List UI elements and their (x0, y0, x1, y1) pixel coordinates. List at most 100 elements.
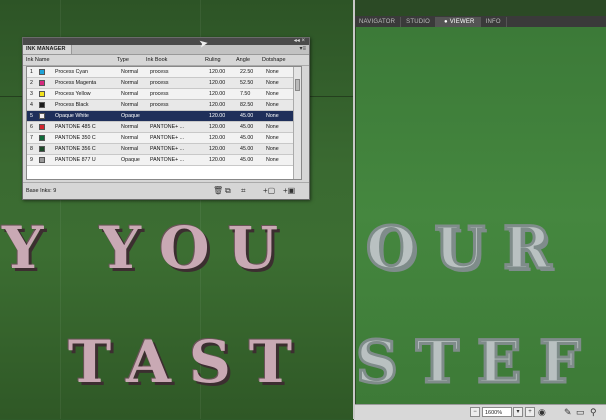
ink-cell-angle: 7.50 (240, 91, 251, 97)
panel-title: INK MANAGER (26, 46, 66, 52)
base-inks-count: Base Inks: 9 (26, 188, 57, 194)
ink-cell-num: 5 (30, 113, 33, 119)
ink-swatch[interactable] (39, 69, 45, 75)
ink-swatch[interactable] (39, 146, 45, 152)
ink-cell-angle: 45.00 (240, 124, 254, 130)
ink-cell-type: Opaque (121, 113, 140, 119)
ink-cell-dot: None (266, 157, 279, 163)
ink-cell-type: Normal (121, 102, 139, 108)
ink-swatch[interactable] (39, 135, 45, 141)
ink-row[interactable]: 2 Process Magenta Normal process 120.00 52.50… (27, 78, 301, 89)
ink-cell-type: Normal (121, 80, 139, 86)
measure-icon[interactable]: ▭ (576, 406, 585, 418)
ink-cell-name: Process Magenta (55, 80, 97, 86)
viewer-tab-info[interactable]: INFO (481, 17, 507, 27)
viewer-status-bar: − 1600% ▾ + ◉ ✎ ▭ ⚲ (354, 404, 606, 420)
ink-cell-name: PANTONE 485 C (55, 124, 96, 130)
panel-menu-icon[interactable]: ▾≡ (299, 45, 306, 54)
viewer-tab-bar: NAVIGATOR STUDIO ● VIEWER INFO (354, 16, 606, 27)
ink-cell-num: 1 (30, 69, 33, 75)
panel-drag-bar[interactable]: ◂◂ × (23, 38, 309, 45)
ink-swatch[interactable] (39, 157, 45, 163)
ink-row[interactable]: 5 Opaque White Opaque 120.00 45.00 None (27, 111, 301, 122)
ink-cell-name: PANTONE 356 C (55, 146, 96, 152)
ink-cell-type: Normal (121, 135, 139, 141)
ink-cell-book: PANTONE+ ... (150, 124, 185, 130)
col-header-type[interactable]: Type (117, 55, 129, 65)
ink-cell-name: PANTONE 877 U (55, 157, 96, 163)
ink-table-header: Ink Name Type Ink Book Ruling Angle Dots… (23, 55, 309, 66)
ink-cell-angle: 22.50 (240, 69, 254, 75)
ink-row[interactable]: 1 Process Cyan Normal process 120.00 22.50 Non… (27, 67, 301, 78)
ink-cell-type: Opaque (121, 157, 140, 163)
ink-row[interactable]: 7 PANTONE 350 C Normal PANTONE+ ... 120.00 45… (27, 133, 301, 144)
artwork-text-row1: Y YOU (2, 214, 297, 282)
ink-cell-angle: 45.00 (240, 135, 254, 141)
zoom-tool-icon[interactable]: ⚲ (590, 406, 597, 418)
new-ink-icon[interactable]: +▣ (283, 186, 295, 196)
ink-cell-angle: 45.00 (240, 146, 254, 152)
col-header-angle[interactable]: Angle (236, 55, 250, 65)
ink-row[interactable]: 8 PANTONE 356 C Normal PANTONE+ ... 120.00 45… (27, 144, 301, 155)
ink-cell-dot: None (266, 102, 279, 108)
ink-row[interactable]: 9 PANTONE 877 U Opaque PANTONE+ ... 120.00 45… (27, 155, 301, 166)
preview-eye-icon[interactable]: ◉ (538, 406, 546, 418)
ink-cell-name: Opaque White (55, 113, 89, 119)
ink-cell-ruling: 120.00 (209, 135, 226, 141)
viewer-text-row2: STEF (354, 327, 599, 398)
ink-cell-book: process (150, 102, 169, 108)
ink-cell-ruling: 120.00 (209, 146, 226, 152)
ink-cell-angle: 45.00 (240, 113, 254, 119)
zoom-in-button[interactable]: + (525, 407, 535, 417)
duplicate-ink-icon[interactable]: ⧉ (225, 186, 231, 196)
zoom-field[interactable]: 1600% (482, 407, 512, 417)
add-ink-icon[interactable]: +▢ (263, 186, 275, 196)
viewer-divider[interactable] (353, 0, 355, 419)
ink-cell-ruling: 120.00 (209, 124, 226, 130)
ink-cell-type: Normal (121, 91, 139, 97)
ink-row[interactable]: 3 Process Yellow Normal process 120.00 7.50 No… (27, 89, 301, 100)
col-header-ruling[interactable]: Ruling (205, 55, 221, 65)
ink-cell-type: Normal (121, 146, 139, 152)
ink-row[interactable]: 4 Process Black Normal process 120.00 82.50 No… (27, 100, 301, 111)
ink-cell-type: Normal (121, 124, 139, 130)
collapse-icon[interactable]: ◂◂ × (294, 37, 305, 44)
ink-cell-name: Process Cyan (55, 69, 88, 75)
viewer-tab-studio[interactable]: STUDIO (401, 17, 437, 27)
ink-cell-dot: None (266, 113, 279, 119)
ink-cell-book: process (150, 80, 169, 86)
artwork-text-row2: TAST (68, 328, 311, 396)
ink-swatch[interactable] (39, 113, 45, 119)
ink-row[interactable]: 6 PANTONE 485 C Normal PANTONE+ ... 120.00 45… (27, 122, 301, 133)
ink-cell-name: Process Black (55, 102, 89, 108)
ink-swatch[interactable] (39, 91, 45, 97)
viewer-tab-viewer[interactable]: ● VIEWER (436, 17, 481, 27)
ink-cell-dot: None (266, 91, 279, 97)
ink-swatch[interactable] (39, 102, 45, 108)
ink-cell-num: 7 (30, 135, 33, 141)
col-header-ink-book[interactable]: Ink Book (146, 55, 167, 65)
crop-icon[interactable]: ⌗ (241, 186, 246, 196)
ink-table-scrollbar[interactable] (293, 67, 301, 179)
viewer-tab-navigator[interactable]: NAVIGATOR (354, 17, 402, 27)
ink-swatch[interactable] (39, 80, 45, 86)
ink-cell-book: process (150, 91, 169, 97)
ink-manager-tab[interactable]: INK MANAGER (23, 45, 73, 54)
col-header-ink-name[interactable]: Ink Name (26, 55, 50, 65)
eyedropper-icon[interactable]: ✎ (564, 406, 572, 418)
panel-title-bar: INK MANAGER ▾≡ (23, 45, 309, 55)
ink-cell-book: PANTONE+ ... (150, 135, 185, 141)
ink-cell-dot: None (266, 69, 279, 75)
ink-swatch[interactable] (39, 124, 45, 130)
ink-cell-ruling: 120.00 (209, 157, 226, 163)
zoom-out-button[interactable]: − (470, 407, 480, 417)
zoom-dropdown-button[interactable]: ▾ (513, 407, 523, 417)
scroll-thumb[interactable] (295, 79, 300, 91)
ink-cell-book: process (150, 69, 169, 75)
ink-cell-ruling: 120.00 (209, 113, 226, 119)
ink-cell-num: 6 (30, 124, 33, 130)
ink-manager-panel: ◂◂ × INK MANAGER ▾≡ Ink Name Type Ink Bo… (22, 37, 310, 200)
col-header-dotshape[interactable]: Dotshape (262, 55, 286, 65)
ink-cell-ruling: 120.00 (209, 91, 226, 97)
trash-icon[interactable]: 🗑 (213, 186, 223, 196)
